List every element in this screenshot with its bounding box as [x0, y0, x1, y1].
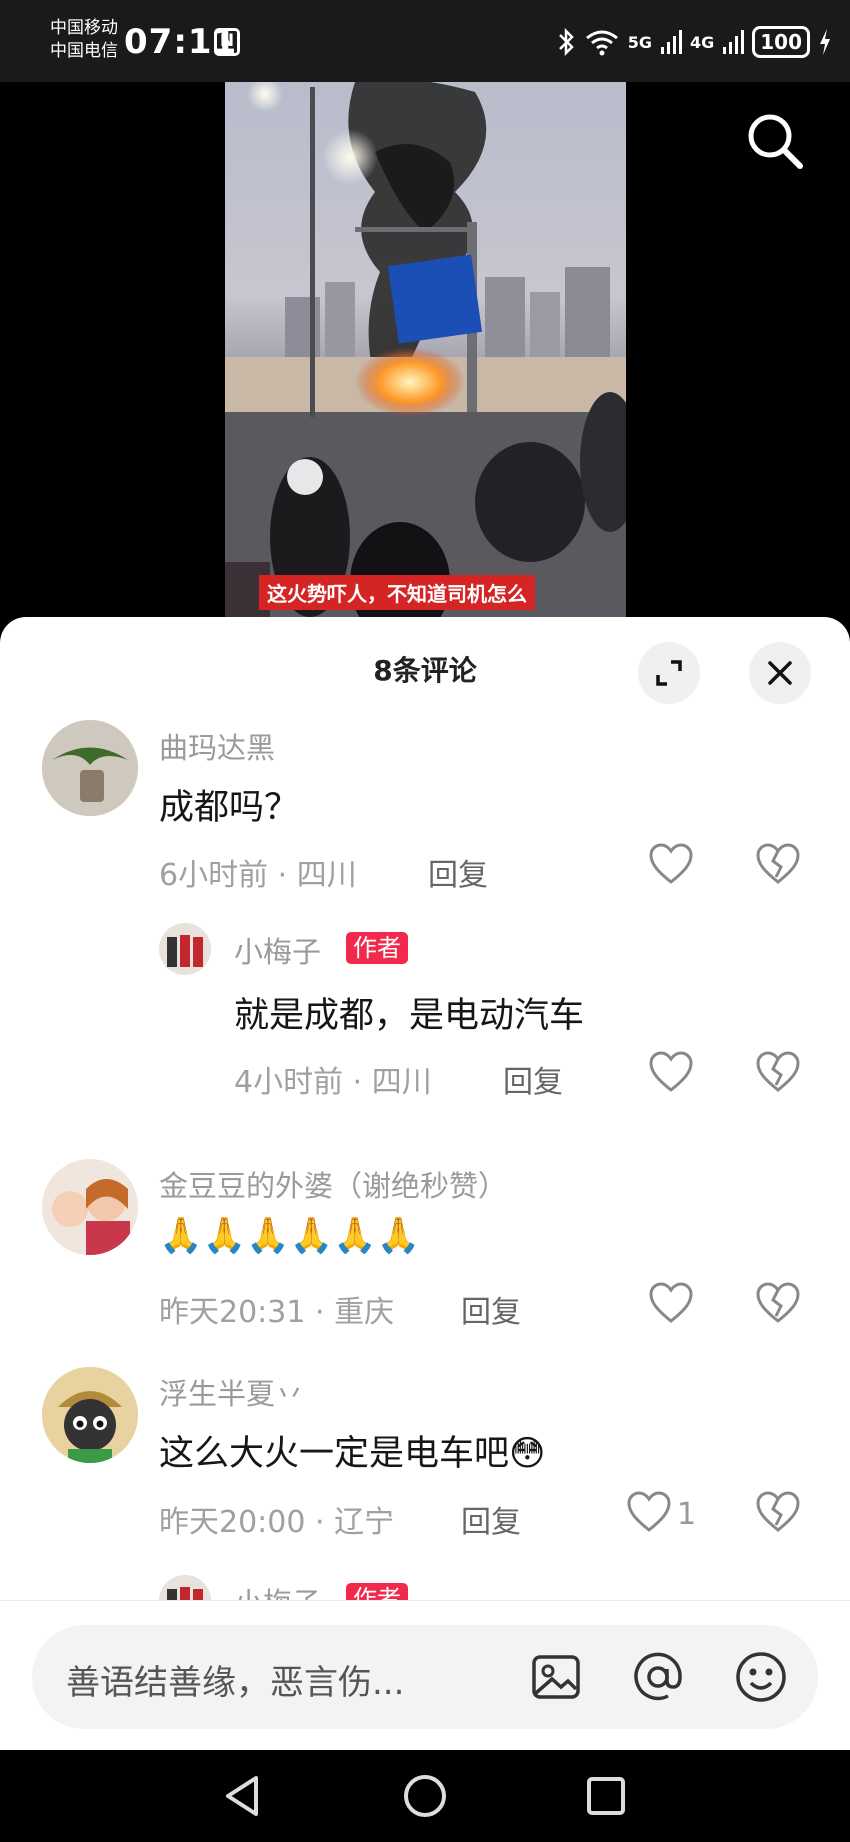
comment-time: 昨天20:31 [159, 1295, 306, 1330]
comment-sheet: 8条评论 曲玛达黑 成都吗？ 6小时前 · 四川 回复 小梅子 作者 就是成都，… [0, 617, 850, 1749]
reply-button[interactable]: 回复 [461, 1497, 521, 1541]
close-icon [768, 661, 792, 685]
recents-icon[interactable] [580, 1770, 632, 1822]
wifi-icon [585, 30, 618, 56]
meta-separator: · [352, 1065, 363, 1100]
comment-location: 辽宁 [334, 1505, 395, 1540]
home-icon[interactable] [399, 1770, 451, 1822]
comment-location: 四川 [296, 858, 357, 893]
avatar[interactable] [159, 923, 211, 975]
comment-meta: 昨天20:31 · 重庆 [159, 1287, 394, 1331]
comment-username[interactable]: 金豆豆的外婆（谢绝秒赞） [159, 1163, 507, 1205]
comment-username[interactable]: 浮生半夏丷 [159, 1371, 304, 1413]
avatar[interactable] [42, 1367, 138, 1463]
at-icon[interactable] [630, 1649, 686, 1705]
comment-location: 四川 [371, 1065, 432, 1100]
signal-icon [660, 30, 682, 54]
like-count: 1 [677, 1497, 697, 1532]
reply-button[interactable]: 回复 [428, 850, 488, 894]
reply-button[interactable]: 回复 [461, 1287, 521, 1331]
expand-icon [656, 660, 682, 686]
comment-text: 就是成都，是电动汽车 [234, 996, 585, 1036]
comment-time: 昨天20:00 [159, 1505, 306, 1540]
bluetooth-icon [558, 28, 574, 56]
reply-button[interactable]: 回复 [503, 1057, 563, 1101]
close-button[interactable] [749, 642, 811, 704]
comment-meta: 昨天20:00 · 辽宁 [159, 1497, 394, 1541]
app-screen: 中国移动 中国电信 07:11 N 5G 4G 100 这火势吓人，不知道司机怎… [0, 0, 850, 1842]
comment-input-bar: 善语结善缘，恶言伤... [0, 1600, 850, 1750]
broken-heart-icon[interactable] [755, 1282, 801, 1324]
broken-heart-icon[interactable] [755, 1491, 801, 1533]
carrier-2: 中国电信 [50, 41, 118, 61]
image-icon[interactable] [528, 1649, 584, 1705]
broken-heart-icon[interactable] [755, 1051, 801, 1093]
network-4g: 4G [689, 32, 715, 52]
nfc-icon: N [214, 28, 240, 56]
expand-button[interactable] [638, 642, 700, 704]
avatar-image [159, 923, 211, 975]
comment-meta: 4小时前 · 四川 [234, 1057, 432, 1101]
comment-username[interactable]: 小梅子 [234, 929, 321, 971]
comment-input-placeholder: 善语结善缘，恶言伤... [66, 1663, 405, 1703]
meta-separator: · [315, 1505, 325, 1540]
battery-indicator: 100 [752, 26, 810, 58]
status-icons: 5G 4G 100 [556, 24, 832, 60]
comment-time: 6小时前 [159, 858, 269, 893]
avatar[interactable] [42, 720, 138, 816]
heart-icon[interactable] [648, 843, 694, 885]
carrier-info: 中国移动 中国电信 [50, 17, 118, 63]
status-bar: 中国移动 中国电信 07:11 N 5G 4G 100 [0, 0, 850, 82]
comment-location: 重庆 [334, 1295, 395, 1330]
comment-input[interactable]: 善语结善缘，恶言伤... [32, 1625, 818, 1729]
search-button[interactable] [744, 110, 808, 174]
back-icon[interactable] [218, 1770, 270, 1822]
search-icon [748, 114, 803, 169]
charging-icon [820, 29, 830, 55]
comment-username[interactable]: 曲玛达黑 [159, 725, 275, 767]
network-5g: 5G [627, 32, 652, 52]
signal-icon-2 [723, 30, 745, 54]
video-player[interactable] [225, 82, 626, 617]
video-caption: 这火势吓人，不知道司机怎么 [259, 575, 535, 610]
heart-icon[interactable] [648, 1282, 694, 1324]
meta-separator: · [277, 858, 288, 893]
video-frame [225, 82, 626, 617]
avatar-image [42, 1367, 138, 1463]
heart-icon[interactable] [626, 1491, 672, 1533]
meta-separator: · [315, 1295, 325, 1330]
broken-heart-icon[interactable] [755, 843, 801, 885]
avatar-image [42, 1159, 138, 1255]
emoji-icon[interactable] [733, 1649, 789, 1705]
comment-text: 成都吗？ [159, 788, 300, 828]
avatar[interactable] [42, 1159, 138, 1255]
comment-text: 🙏🙏🙏🙏🙏🙏 [159, 1216, 421, 1256]
carrier-1: 中国移动 [50, 18, 118, 38]
navigation-bar [0, 1750, 850, 1842]
comment-time: 4小时前 [234, 1065, 344, 1100]
comment-text: 这么大火一定是电车吧😳 [159, 1434, 546, 1474]
heart-icon[interactable] [648, 1051, 694, 1093]
comment-meta: 6小时前 · 四川 [159, 850, 357, 894]
avatar-image [42, 720, 138, 816]
author-badge: 作者 [346, 932, 408, 964]
comment-count-title: 8条评论 [373, 654, 477, 687]
